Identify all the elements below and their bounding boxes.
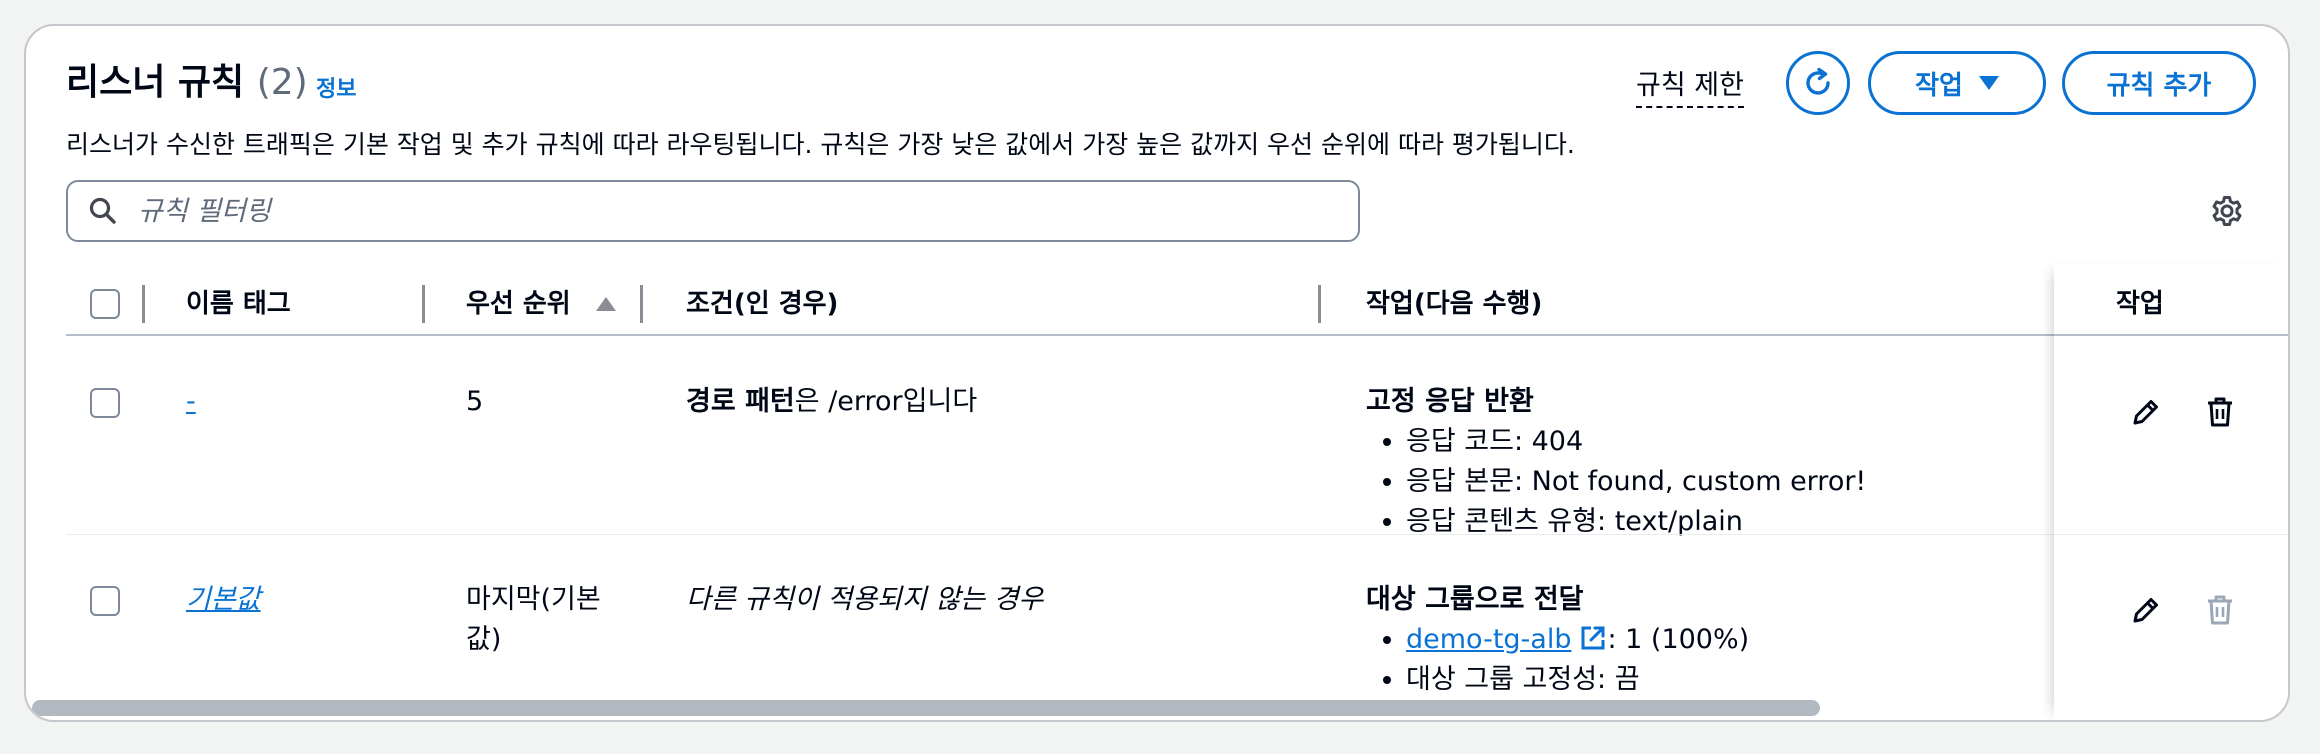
row-divider [2054, 534, 2288, 535]
title-text: 리스너 규칙 [66, 62, 245, 103]
column-header-actions: 작업(다음 수행) [1366, 289, 1543, 319]
condition-value: 은 /error입니다 [794, 386, 978, 417]
column-divider[interactable] [422, 285, 425, 323]
edit-pencil-icon [2133, 598, 2158, 623]
column-divider[interactable] [1318, 285, 1321, 323]
actions-button-label: 작업 [1915, 70, 1963, 101]
rule-count: (2) [256, 62, 308, 103]
action-title: 대상 그룹으로 전달 [1366, 584, 1584, 615]
info-link[interactable]: 정보 [316, 71, 356, 103]
row-checkbox[interactable] [90, 586, 120, 616]
priority-line: 값) [466, 624, 502, 655]
rule-limits-link[interactable]: 규칙 제한 [1636, 66, 1744, 108]
refresh-button[interactable] [1786, 51, 1850, 115]
external-link-icon[interactable] [1579, 624, 1607, 652]
action-details-list: demo-tg-alb: 1 (100%) 대상 그룹 고정성: 끔 [1366, 620, 1749, 700]
actions-dropdown-button[interactable]: 작업 [1868, 51, 2046, 115]
target-group-weight: : 1 (100%) [1607, 624, 1750, 655]
table-preferences-button[interactable] [2210, 194, 2244, 232]
select-all-checkbox[interactable] [90, 289, 120, 319]
column-divider[interactable] [142, 285, 145, 323]
listener-rules-panel: 리스너 규칙 (2) 정보 리스너가 수신한 트래픽은 기본 작업 및 추가 규… [24, 24, 2290, 722]
edit-rule-button[interactable] [2124, 390, 2168, 434]
rule-condition: 경로 패턴은 /error입니다 [686, 382, 977, 422]
settings-gear-icon [2212, 196, 2242, 226]
caret-down-icon [1978, 76, 1999, 90]
header-divider [2054, 334, 2288, 336]
delete-rule-button[interactable] [2198, 390, 2242, 434]
priority-line: 마지막(기본 [466, 584, 601, 615]
rule-priority: 마지막(기본 값) [466, 580, 601, 660]
sticky-actions-column: 작업 [2054, 264, 2288, 720]
target-group-link[interactable]: demo-tg-alb [1406, 624, 1571, 655]
condition-type: 경로 패턴 [686, 386, 795, 417]
column-header-conditions: 조건(인 경우) [686, 289, 839, 319]
column-header-row-actions: 작업 [2116, 289, 2164, 319]
rule-name-link[interactable]: - [186, 382, 196, 422]
action-details-list: 응답 코드: 404 응답 본문: Not found, custom erro… [1366, 422, 1866, 542]
delete-trash-icon [2208, 595, 2232, 625]
column-header-priority[interactable]: 우선 순위 [466, 274, 617, 334]
list-item: 응답 코드: 404 [1406, 422, 1866, 462]
rule-condition: 다른 규칙이 적용되지 않는 경우 [686, 584, 1044, 615]
delete-rule-button-disabled [2198, 588, 2242, 632]
list-item: 응답 본문: Not found, custom error! [1406, 462, 1866, 502]
rule-name-link[interactable]: 기본값 [186, 580, 261, 620]
edit-rule-button[interactable] [2124, 588, 2168, 632]
scrollbar-thumb[interactable] [32, 700, 1820, 716]
list-item: 응답 콘텐츠 유형: text/plain [1406, 502, 1866, 542]
column-header-name-tag: 이름 태그 [186, 289, 291, 319]
rule-priority: 5 [466, 386, 484, 417]
description-text: 리스너가 수신한 트래픽은 기본 작업 및 추가 규칙에 따라 라우팅됩니다. … [66, 130, 1575, 159]
column-divider[interactable] [640, 285, 643, 323]
sort-ascending-icon [595, 297, 616, 311]
priority-header-label: 우선 순위 [466, 289, 571, 319]
search-input[interactable] [136, 194, 1240, 228]
row-checkbox[interactable] [90, 388, 120, 418]
action-title: 고정 응답 반환 [1366, 386, 1534, 417]
list-item: demo-tg-alb : 1 (100%) [1406, 620, 1749, 660]
edit-pencil-icon [2133, 400, 2158, 425]
rule-filter-search[interactable] [66, 180, 1360, 242]
refresh-icon [1806, 67, 1830, 95]
row-divider [66, 534, 2288, 535]
search-icon [89, 197, 116, 224]
rule-action: 고정 응답 반환 응답 코드: 404 응답 본문: Not found, cu… [1366, 382, 1866, 542]
rule-action: 대상 그룹으로 전달 demo-tg-alb: 1 (100%) 대상 그룹 고… [1366, 580, 1749, 700]
add-rule-label: 규칙 추가 [2106, 70, 2212, 101]
delete-trash-icon [2208, 397, 2232, 427]
page-title: 리스너 규칙 (2) [66, 58, 308, 108]
add-rule-button[interactable]: 규칙 추가 [2062, 51, 2256, 115]
header-divider [66, 334, 2288, 336]
